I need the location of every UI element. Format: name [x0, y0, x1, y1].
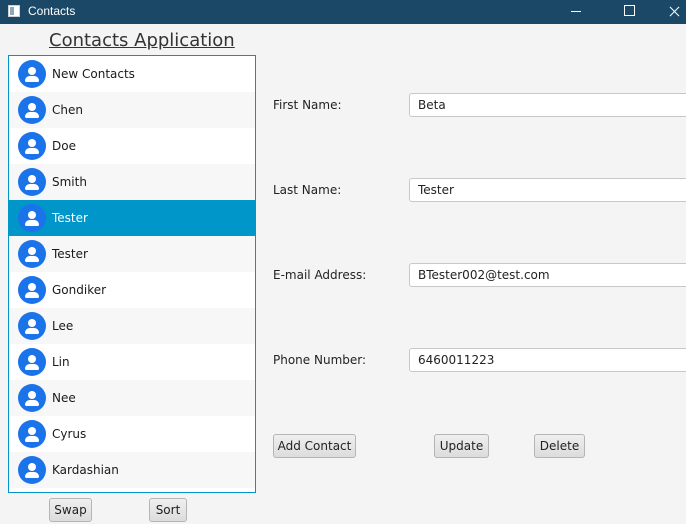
- swap-button[interactable]: Swap: [49, 498, 92, 522]
- app-window-icon: [8, 5, 20, 17]
- contact-name: Chen: [52, 103, 83, 117]
- list-item[interactable]: Smith: [9, 164, 255, 200]
- email-field[interactable]: BTester002@test.com: [409, 263, 686, 287]
- contact-name: Lee: [52, 319, 74, 333]
- contact-avatar-icon: [18, 240, 46, 268]
- contact-list[interactable]: New Contacts Chen Doe Smith Tester Tester Gond…: [8, 55, 256, 493]
- list-item-selected[interactable]: Tester: [9, 200, 255, 236]
- list-item[interactable]: Chen: [9, 92, 255, 128]
- phone-field[interactable]: 6460011223: [409, 348, 686, 372]
- contact-name: Tester: [52, 247, 88, 261]
- app-title: Contacts Application: [49, 30, 235, 51]
- title-bar: Contacts: [0, 0, 686, 24]
- last-name-field[interactable]: Tester: [409, 178, 686, 202]
- contact-avatar-icon: [18, 384, 46, 412]
- list-item[interactable]: Tester: [9, 236, 255, 272]
- close-icon[interactable]: [646, 0, 686, 24]
- delete-button[interactable]: Delete: [534, 434, 585, 458]
- contact-name: Doe: [52, 139, 76, 153]
- contact-name: Tester: [52, 211, 88, 225]
- minimize-icon[interactable]: [552, 0, 598, 24]
- list-item[interactable]: Kardashian: [9, 452, 255, 488]
- list-item[interactable]: Cyrus: [9, 416, 255, 452]
- contact-avatar-icon: [18, 348, 46, 376]
- list-item[interactable]: Lee: [9, 308, 255, 344]
- last-name-label: Last Name:: [273, 183, 342, 197]
- update-button[interactable]: Update: [434, 434, 489, 458]
- list-item[interactable]: New Contacts: [9, 56, 255, 92]
- contact-name: Cyrus: [52, 427, 87, 441]
- list-item[interactable]: Doe: [9, 128, 255, 164]
- sort-button[interactable]: Sort: [149, 498, 187, 522]
- first-name-label: First Name:: [273, 98, 342, 112]
- contact-name: Nee: [52, 391, 76, 405]
- add-contact-button[interactable]: Add Contact: [273, 434, 356, 458]
- contact-avatar-icon: [18, 456, 46, 484]
- contact-name: New Contacts: [52, 67, 135, 81]
- phone-label: Phone Number:: [273, 353, 367, 367]
- contact-avatar-icon: [18, 312, 46, 340]
- contact-avatar-icon: [18, 276, 46, 304]
- contact-avatar-icon: [18, 420, 46, 448]
- contact-avatar-icon: [18, 204, 46, 232]
- contact-avatar-icon: [18, 60, 46, 88]
- email-label: E-mail Address:: [273, 268, 367, 282]
- contact-name: Gondiker: [52, 283, 107, 297]
- list-item[interactable]: Nee: [9, 380, 255, 416]
- contact-avatar-icon: [18, 168, 46, 196]
- contact-name: Smith: [52, 175, 87, 189]
- first-name-field[interactable]: Beta: [409, 93, 686, 117]
- contact-avatar-icon: [18, 96, 46, 124]
- window-title: Contacts: [28, 4, 76, 18]
- contact-name: Kardashian: [52, 463, 119, 477]
- contact-avatar-icon: [18, 132, 46, 160]
- list-item[interactable]: Lin: [9, 344, 255, 380]
- list-item[interactable]: Gondiker: [9, 272, 255, 308]
- contact-name: Lin: [52, 355, 70, 369]
